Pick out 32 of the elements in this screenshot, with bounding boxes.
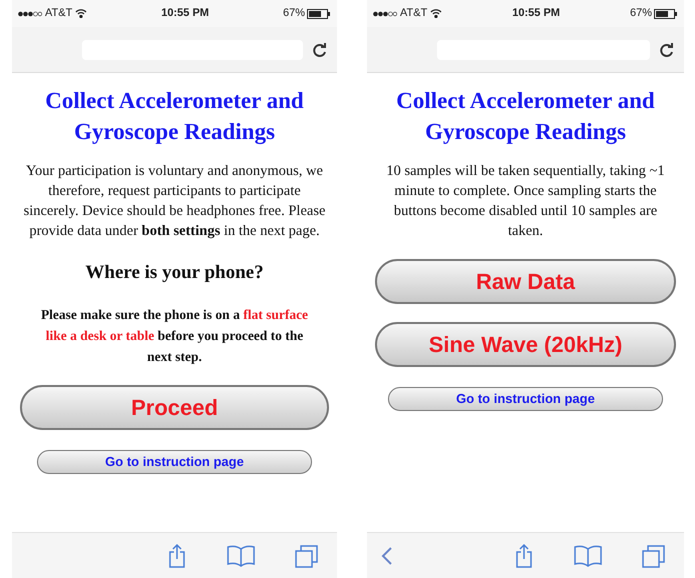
action-button[interactable]: Sine Wave (20kHz) [375,322,676,367]
action-button[interactable]: Proceed [20,384,329,430]
instruction-link-button[interactable]: Go to instruction page [37,450,312,474]
tabs-icon[interactable] [642,544,666,568]
battery-icon [307,8,331,18]
battery-percent: 67% [282,6,305,22]
tabs-icon[interactable] [295,544,319,568]
battery-percent: 67% [630,6,652,22]
intro-paragraph: 10 samples will be taken sequentially, taking ~1 minute to complete. Once sampling starts the buttons become disabled until 10 samples are taken. [385,162,666,241]
battery-icon [654,8,678,18]
action-button[interactable]: Raw Data [375,259,676,304]
wifi-icon [75,9,88,18]
share-icon[interactable] [514,542,534,568]
signal-icon [18,10,42,16]
reload-icon[interactable] [660,42,674,58]
page-title: Collect Accelerometer and Gyroscope Readings [395,87,656,146]
status-time: 10:55 PM [512,6,560,22]
intro-paragraph: Your participation is voluntary and anonymous, we therefore, request participants to participate sincerely. Device should be headphones free. Please provide data under both settings in the next page. [22,162,326,241]
back-icon[interactable] [381,546,393,566]
signal-icon [373,10,397,16]
reload-icon[interactable] [313,42,327,58]
notice-paragraph: Please make sure the phone is on a flat surface like a desk or table before you proceed to the next step. [40,306,310,366]
instruction-link-button[interactable]: Go to instruction page [388,387,663,411]
bookmarks-icon[interactable] [227,544,255,566]
bookmarks-icon[interactable] [574,544,602,566]
carrier-name: AT&T [45,6,72,22]
section-heading: Where is your phone? [85,261,264,285]
status-time: 10:55 PM [161,6,209,22]
wifi-icon [430,9,442,18]
share-icon[interactable] [167,542,187,568]
page-title: Collect Accelerometer and Gyroscope Readings [44,87,305,146]
carrier-name: AT&T [400,6,428,22]
